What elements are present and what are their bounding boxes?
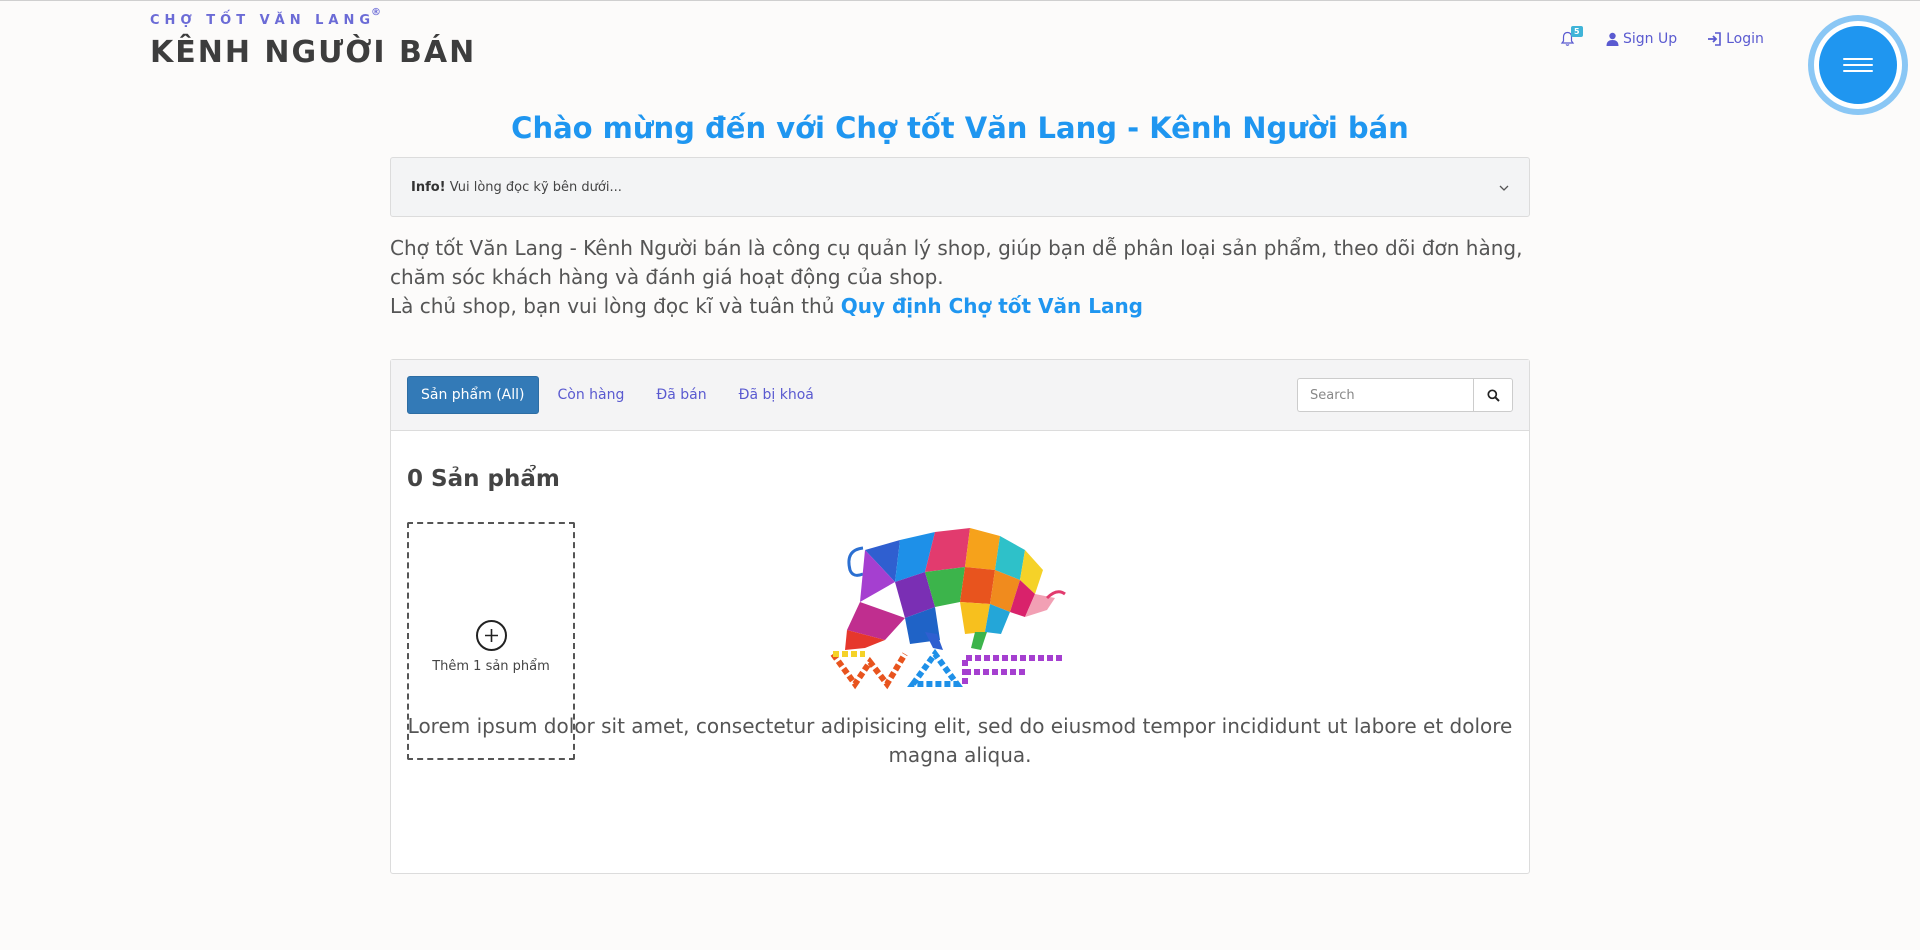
main-content: Chào mừng đến với Chợ tốt Văn Lang - Kên…: [390, 111, 1530, 874]
login-label: Login: [1726, 31, 1764, 47]
add-product-label: Thêm 1 sản phẩm: [432, 659, 550, 674]
search-input[interactable]: [1297, 378, 1473, 412]
info-label: Info!: [411, 179, 446, 195]
notification-badge: 5: [1571, 26, 1583, 37]
info-accordion[interactable]: Info! Vui lòng đọc kỹ bên dưới...: [390, 157, 1530, 217]
brand-subtitle: CHỢ TỐT VĂN LANG ®: [150, 7, 476, 28]
intro-text: Chợ tốt Văn Lang - Kênh Người bán là côn…: [390, 234, 1530, 321]
info-text: Info! Vui lòng đọc kỹ bên dưới...: [411, 180, 622, 195]
product-count: 0 Sản phẩm: [407, 466, 560, 492]
hamburger-menu-button[interactable]: [1814, 21, 1902, 109]
search-group: [1297, 378, 1513, 412]
login-link[interactable]: Login: [1707, 31, 1764, 47]
products-header: Sản phẩm (All) Còn hàng Đã bán Đã bị kho…: [391, 360, 1529, 431]
chevron-down-icon: [1499, 180, 1509, 194]
welcome-title: Chào mừng đến với Chợ tốt Văn Lang - Kên…: [511, 111, 1409, 145]
brand-title: KÊNH NGƯỜI BÁN: [150, 35, 477, 70]
user-icon: [1606, 32, 1619, 46]
search-icon: [1486, 388, 1500, 402]
login-icon: [1708, 32, 1721, 46]
intro-line-2: Là chủ shop, bạn vui lòng đọc kĩ và tuân…: [390, 292, 1530, 321]
brand-subtitle-text: CHỢ TỐT VĂN LANG: [150, 13, 376, 28]
notification-button[interactable]: 5: [1560, 26, 1583, 47]
tab-locked[interactable]: Đã bị khoá: [726, 377, 827, 413]
hamburger-icon: [1843, 54, 1873, 76]
bell-icon: 5: [1560, 26, 1583, 47]
signup-label: Sign Up: [1623, 31, 1678, 47]
brand[interactable]: CHỢ TỐT VĂN LANG ® KÊNH NGƯỜI BÁN: [150, 7, 477, 70]
info-message: Vui lòng đọc kỹ bên dưới...: [449, 179, 622, 195]
products-description: Lorem ipsum dolor sit amet, consectetur …: [407, 714, 1513, 767]
search-button[interactable]: [1473, 378, 1513, 412]
tab-sold[interactable]: Đã bán: [643, 377, 719, 413]
tab-all-products[interactable]: Sản phẩm (All): [407, 376, 539, 414]
bull-logo: [825, 522, 1095, 708]
intro-line-1: Chợ tốt Văn Lang - Kênh Người bán là côn…: [390, 236, 1523, 289]
top-nav: 5 Sign Up Login: [1560, 26, 1764, 47]
tab-in-stock[interactable]: Còn hàng: [545, 377, 638, 413]
rules-link[interactable]: Quy định Chợ tốt Văn Lang: [841, 294, 1143, 318]
plus-circle-icon: [475, 620, 507, 651]
signup-link[interactable]: Sign Up: [1606, 31, 1677, 47]
intro-line-2-prefix: Là chủ shop, bạn vui lòng đọc kĩ và tuân…: [390, 294, 835, 318]
products-panel: Sản phẩm (All) Còn hàng Đã bán Đã bị kho…: [390, 359, 1530, 874]
registered-mark: ®: [371, 7, 381, 18]
